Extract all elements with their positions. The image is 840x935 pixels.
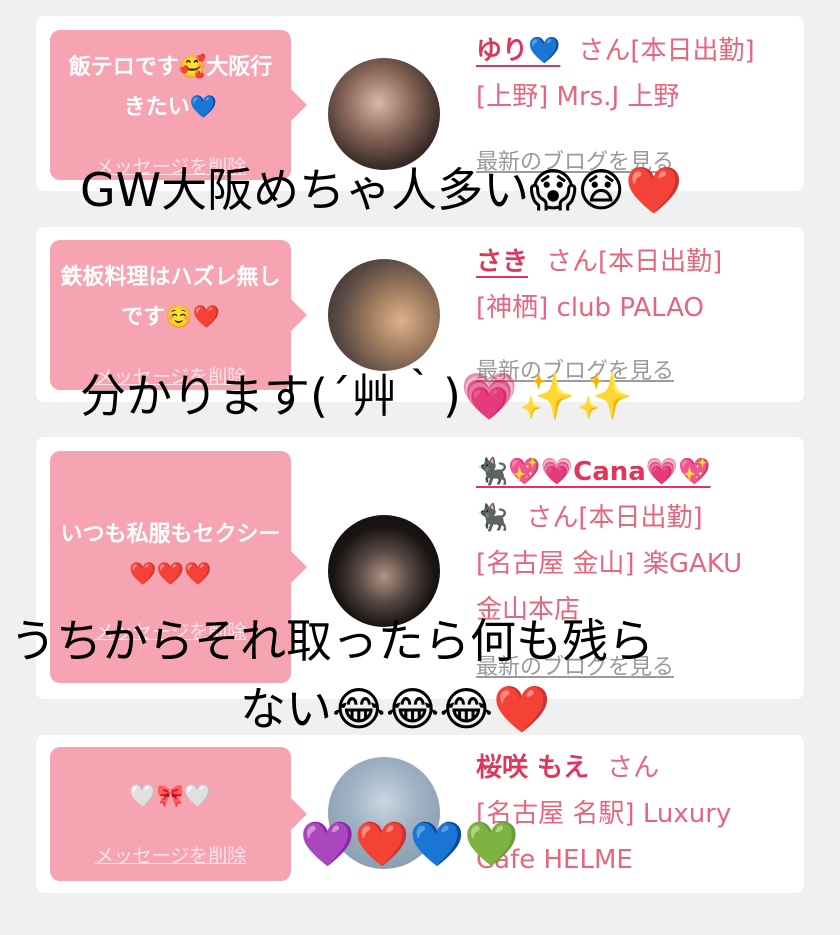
overlay-text-2: 分かります(´艸｀)💗✨✨ bbox=[80, 369, 633, 423]
girl-name-link[interactable]: 🐈‍⬛💖💗Cana💗💖 bbox=[476, 457, 711, 487]
shop-location-line2[interactable]: Cafe HELME bbox=[476, 837, 796, 883]
status-text: さん[本日出勤] bbox=[526, 503, 703, 533]
message-text: 鉄板料理はハズレ無しです☺️❤️ bbox=[60, 265, 281, 330]
overlay-text-4: ない😂😂😂❤️ bbox=[240, 682, 551, 736]
girl-name-link[interactable]: 桜咲 もえ bbox=[476, 753, 589, 783]
overlay-text-3: うちからそれ取ったら何も残ら bbox=[10, 614, 654, 668]
overlay-emoji-hearts: 💜❤️💙💚 bbox=[300, 819, 520, 870]
delete-message-link[interactable]: メッセージを削除 bbox=[50, 841, 291, 868]
status-text: さん[本日出勤] bbox=[546, 247, 723, 277]
overlay-text-1: GW大阪めちゃ人多い😱😧❤️ bbox=[80, 163, 683, 217]
profile-info: ゆり💙 さん[本日出勤] [上野] Mrs.J 上野 bbox=[476, 28, 796, 120]
message-text: 飯テロです🥰大阪行きたい💙 bbox=[68, 55, 273, 120]
status-text: さん[本日出勤] bbox=[578, 36, 755, 66]
shop-location[interactable]: [上野] Mrs.J 上野 bbox=[476, 74, 796, 120]
profile-info: さき さん[本日出勤] [神栖] club PALAO bbox=[476, 239, 796, 331]
status-text: さん bbox=[607, 753, 660, 783]
message-text: いつも私服もセクシー❤️❤️❤️ bbox=[60, 522, 281, 587]
shop-location[interactable]: [名古屋 名駅] Luxury bbox=[476, 791, 796, 837]
message-bubble: 🤍🎀🤍 メッセージを削除 bbox=[50, 747, 307, 881]
avatar[interactable] bbox=[328, 259, 440, 371]
shop-location[interactable]: [神栖] club PALAO bbox=[476, 285, 796, 331]
message-text: 🤍🎀🤍 bbox=[129, 784, 212, 809]
girl-name-link[interactable]: ゆり💙 bbox=[476, 36, 560, 66]
profile-info: 桜咲 もえ さん [名古屋 名駅] Luxury Cafe HELME bbox=[476, 745, 796, 883]
shop-location[interactable]: [名古屋 金山] 楽GAKU bbox=[476, 541, 796, 587]
girl-name-link[interactable]: さき bbox=[476, 247, 528, 277]
name-icon: 🐈‍⬛ bbox=[476, 503, 509, 533]
